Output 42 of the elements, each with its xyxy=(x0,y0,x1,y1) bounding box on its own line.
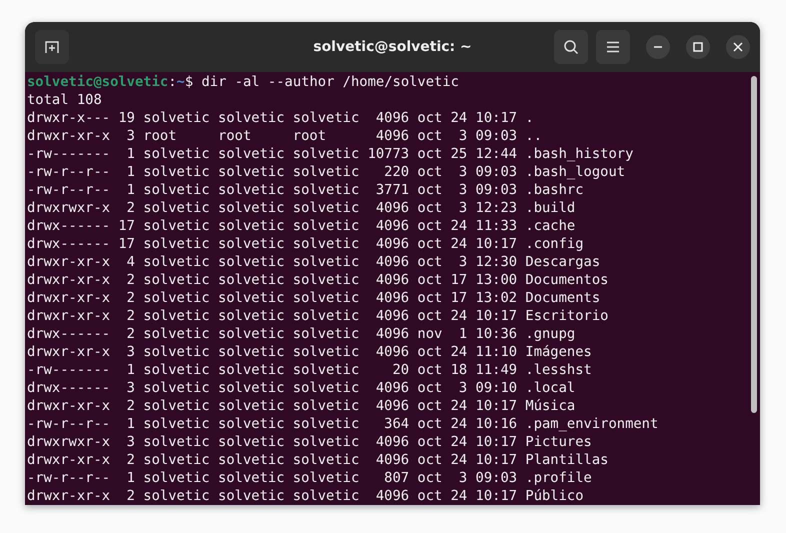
close-icon xyxy=(733,42,743,52)
prompt-separator: : xyxy=(168,74,177,90)
output-line: drwxr-xr-x 2 solvetic solvetic solvetic 4096 oct 24 10:17 Público xyxy=(27,488,584,504)
output-line: -rw-r--r-- 1 solvetic solvetic solvetic 3771 oct 3 09:03 .bashrc xyxy=(27,182,584,198)
search-icon xyxy=(563,39,579,55)
output-line: drwx------ 2 solvetic solvetic solvetic 4096 nov 1 10:36 .gnupg xyxy=(27,326,576,342)
prompt-user-host: solvetic@solvetic xyxy=(27,74,168,90)
new-tab-button[interactable] xyxy=(35,30,69,64)
prompt-path: ~ xyxy=(176,74,185,90)
prompt-symbol: $ xyxy=(184,74,194,90)
minimize-button[interactable] xyxy=(646,35,670,59)
menu-button[interactable] xyxy=(596,30,630,64)
output-line: drwx------ 17 solvetic solvetic solvetic 4096 oct 24 10:17 .config xyxy=(27,236,584,252)
output-line: drwx------ 3 solvetic solvetic solvetic 4096 oct 3 09:10 .local xyxy=(27,380,576,396)
search-button[interactable] xyxy=(554,30,588,64)
menu-icon xyxy=(606,41,620,53)
output-line: -rw-r--r-- 1 solvetic solvetic solvetic 364 oct 24 10:16 .pam_environment xyxy=(27,416,658,432)
maximize-icon xyxy=(693,42,703,52)
new-tab-icon xyxy=(44,39,60,55)
output-line: drwxr-xr-x 3 solvetic solvetic solvetic 4096 oct 24 11:10 Imágenes xyxy=(27,344,592,360)
output-line: drwx------ 17 solvetic solvetic solvetic 4096 oct 24 11:33 .cache xyxy=(27,218,576,234)
output-line: drwxrwxr-x 2 solvetic solvetic solvetic 4096 oct 3 12:23 .build xyxy=(27,200,576,216)
maximize-button[interactable] xyxy=(686,35,710,59)
output-line: drwxr-xr-x 2 solvetic solvetic solvetic 4096 oct 17 13:00 Documentos xyxy=(27,272,608,288)
close-button[interactable] xyxy=(726,35,750,59)
output-line: drwxrwxr-x 3 solvetic solvetic solvetic 4096 oct 24 10:17 Pictures xyxy=(27,434,592,450)
output-line: drwxr-xr-x 3 root root root 4096 oct 3 09:03 .. xyxy=(27,128,542,144)
output-line: drwxr-xr-x 2 solvetic solvetic solvetic 4096 oct 24 10:17 Música xyxy=(27,398,576,414)
output-line: drwxr-x--- 19 solvetic solvetic solvetic 4096 oct 24 10:17 . xyxy=(27,110,534,126)
output-line: -rw-r--r-- 1 solvetic solvetic solvetic 220 oct 3 09:03 .bash_logout xyxy=(27,164,626,180)
minimize-icon xyxy=(654,46,662,48)
output-line: -rw------- 1 solvetic solvetic solvetic 10773 oct 25 12:44 .bash_history xyxy=(27,146,634,162)
output-line: drwxr-xr-x 2 solvetic solvetic solvetic 4096 oct 24 10:17 Plantillas xyxy=(27,452,608,468)
output-line: -rw-r--r-- 1 solvetic solvetic solvetic 807 oct 3 09:03 .profile xyxy=(27,470,592,486)
window-title: solvetic@solvetic: ~ xyxy=(313,39,472,55)
output-line: drwxr-xr-x 2 solvetic solvetic solvetic 4096 oct 17 13:02 Documents xyxy=(27,290,600,306)
output-line: drwxr-xr-x 2 solvetic solvetic solvetic 4096 oct 24 10:17 Escritorio xyxy=(27,308,608,324)
output-line: drwxr-xr-x 4 solvetic solvetic solvetic 4096 oct 3 12:30 Descargas xyxy=(27,254,600,270)
scrollbar-thumb[interactable] xyxy=(751,76,757,413)
output-line: -rw------- 1 solvetic solvetic solvetic 20 oct 18 11:49 .lesshst xyxy=(27,362,592,378)
command-text: dir -al --author /home/solvetic xyxy=(201,74,459,90)
output-line: total 108 xyxy=(27,92,102,108)
